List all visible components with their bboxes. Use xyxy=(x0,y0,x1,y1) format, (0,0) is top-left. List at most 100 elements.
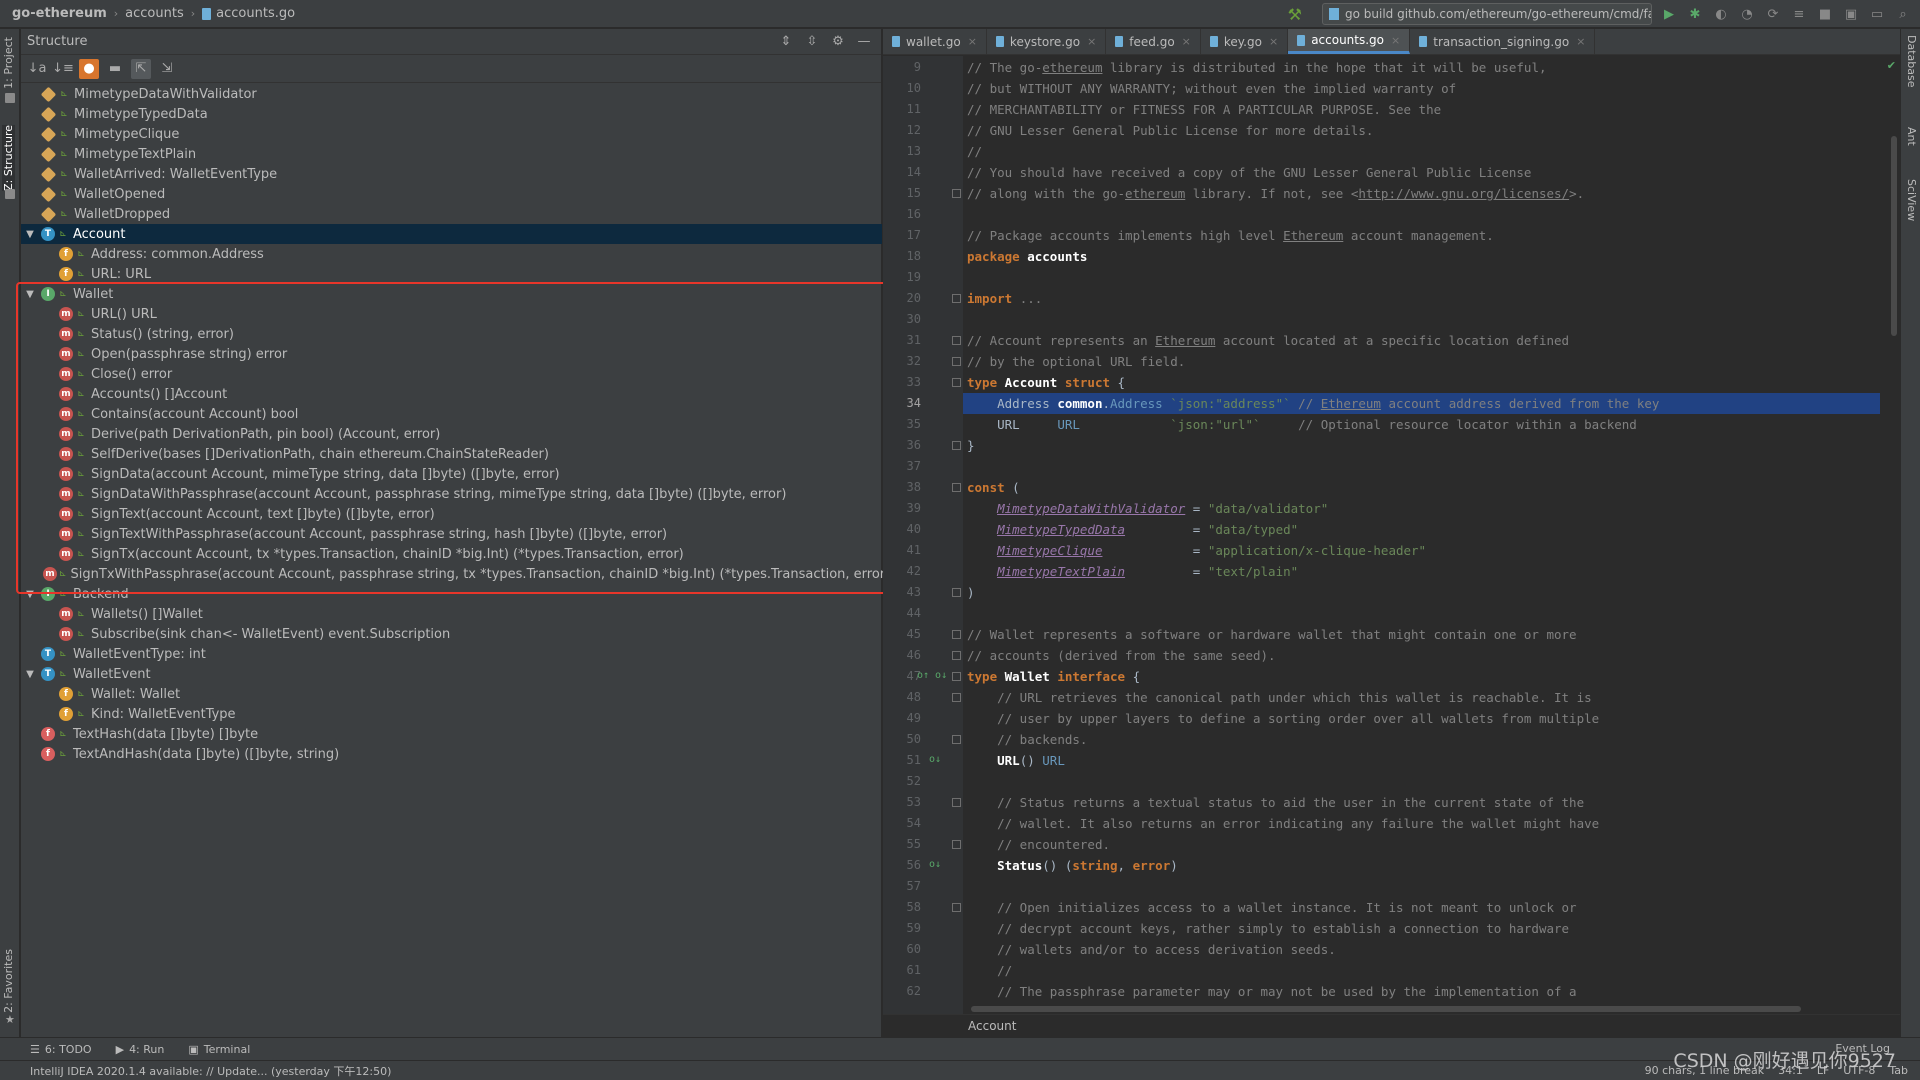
fold-toggle-icon[interactable] xyxy=(952,840,961,849)
code-line[interactable]: // along with the go-ethereum library. I… xyxy=(963,183,1880,204)
tree-item[interactable]: m ⊾ Wallets() []Wallet xyxy=(21,604,882,624)
expand-arrow-icon[interactable]: ▼ xyxy=(25,289,35,300)
tree-item[interactable]: ▼ I ⊾ Wallet xyxy=(21,284,882,304)
build-hammer-icon[interactable]: ⚒ xyxy=(1288,5,1302,24)
project-structure-icon[interactable]: ▣ xyxy=(1842,5,1860,23)
tree-item[interactable]: f ⊾ URL: URL xyxy=(21,264,882,284)
tree-item[interactable]: m ⊾ SignDataWithPassphrase(account Account… xyxy=(21,484,882,504)
tree-item[interactable]: m ⊾ Open(passphrase string) error xyxy=(21,344,882,364)
tree-item[interactable]: m ⊾ Subscribe(sink chan<- WalletEvent) eve… xyxy=(21,624,882,644)
expand-arrow-icon[interactable]: ▼ xyxy=(25,589,35,600)
attach-icon[interactable]: ⟳ xyxy=(1764,5,1782,23)
fold-toggle-icon[interactable] xyxy=(952,483,961,492)
code-line[interactable] xyxy=(963,267,1880,288)
show-fields-icon[interactable]: ● xyxy=(79,58,99,79)
tree-item[interactable]: m ⊾ SelfDerive(bases []DerivationPath, cha… xyxy=(21,444,882,464)
fold-toggle-icon[interactable] xyxy=(952,441,961,450)
close-icon[interactable]: × xyxy=(1269,35,1278,48)
code-line[interactable]: // The go-ethereum library is distribute… xyxy=(963,57,1880,78)
build-icon[interactable]: ≡ xyxy=(1790,5,1808,23)
tree-item[interactable]: ⊾ MimetypeTextPlain xyxy=(21,144,882,164)
code-line[interactable]: // GNU Lesser General Public License for… xyxy=(963,120,1880,141)
autoscroll-from-source-icon[interactable]: ⇲ xyxy=(157,59,177,79)
gear-icon[interactable]: ⚙ xyxy=(829,33,847,51)
tree-item[interactable]: m ⊾ SignTx(account Account, tx *types.Tran… xyxy=(21,544,882,564)
code-line[interactable]: // You should have received a copy of th… xyxy=(963,162,1880,183)
sort-alphabetically-icon[interactable]: ↓a xyxy=(27,59,47,79)
fold-toggle-icon[interactable] xyxy=(952,189,961,198)
close-icon[interactable]: × xyxy=(1182,35,1191,48)
tool-tab-sciview[interactable]: SciView xyxy=(1905,179,1918,221)
code-line[interactable]: ) xyxy=(963,582,1880,603)
code-line[interactable]: // accounts (derived from the same seed)… xyxy=(963,645,1880,666)
fold-toggle-icon[interactable] xyxy=(952,693,961,702)
tree-item[interactable]: ⊾ MimetypeClique xyxy=(21,124,882,144)
code-line[interactable] xyxy=(963,771,1880,792)
editor-tab[interactable]: key.go × xyxy=(1201,29,1289,54)
fold-toggle-icon[interactable] xyxy=(952,630,961,639)
tree-item[interactable]: m ⊾ Contains(account Account) bool xyxy=(21,404,882,424)
code-line[interactable]: // The passphrase parameter may or may n… xyxy=(963,981,1880,1002)
status-message[interactable]: IntelliJ IDEA 2020.1.4 available: // Upd… xyxy=(30,1063,391,1079)
fold-toggle-icon[interactable] xyxy=(952,357,961,366)
close-icon[interactable]: × xyxy=(968,35,977,48)
editor-breadcrumb[interactable]: Account xyxy=(883,1014,1900,1037)
tree-item[interactable]: ⊾ WalletArrived: WalletEventType xyxy=(21,164,882,184)
code-line[interactable]: URL() URL xyxy=(963,750,1880,771)
code-line[interactable]: // wallets and/or to access derivation s… xyxy=(963,939,1880,960)
tree-item[interactable]: ⊾ MimetypeTypedData xyxy=(21,104,882,124)
editor-tab[interactable]: accounts.go × xyxy=(1288,29,1411,54)
close-icon[interactable]: × xyxy=(1576,35,1585,48)
code-line[interactable]: // encountered. xyxy=(963,834,1880,855)
code-line[interactable]: // Wallet represents a software or hardw… xyxy=(963,624,1880,645)
scrollbar-thumb[interactable] xyxy=(971,1006,1801,1012)
expand-all-icon[interactable]: ⇕ xyxy=(777,33,795,51)
editor-tab[interactable]: wallet.go × xyxy=(883,29,987,54)
code-line[interactable] xyxy=(963,456,1880,477)
tool-todo[interactable]: ☰ 6: TODO xyxy=(30,1043,92,1056)
tree-item[interactable]: ⊾ WalletOpened xyxy=(21,184,882,204)
code-area[interactable]: // The go-ethereum library is distribute… xyxy=(963,56,1880,1039)
scrollbar-thumb[interactable] xyxy=(1891,136,1897,336)
code-line[interactable]: // Open initializes access to a wallet i… xyxy=(963,897,1880,918)
code-line[interactable]: import ... xyxy=(963,288,1880,309)
breadcrumb-file[interactable]: accounts.go xyxy=(216,6,295,21)
fold-toggle-icon[interactable] xyxy=(952,903,961,912)
code-line[interactable]: // by the optional URL field. xyxy=(963,351,1880,372)
tree-item[interactable]: T ⊾ WalletEventType: int xyxy=(21,644,882,664)
editor-tab[interactable]: feed.go × xyxy=(1106,29,1201,54)
fold-toggle-icon[interactable] xyxy=(952,735,961,744)
fold-toggle-icon[interactable] xyxy=(952,672,961,681)
stop-icon[interactable]: ■ xyxy=(1816,5,1834,23)
code-line[interactable]: // xyxy=(963,960,1880,981)
tree-item[interactable]: f ⊾ Wallet: Wallet xyxy=(21,684,882,704)
window-icon[interactable]: ▭ xyxy=(1868,5,1886,23)
show-folder-icon[interactable]: ▬ xyxy=(105,59,125,79)
tree-item[interactable]: ⊾ WalletDropped xyxy=(21,204,882,224)
tree-item[interactable]: m ⊾ URL() URL xyxy=(21,304,882,324)
debug-icon[interactable]: ✱ xyxy=(1686,5,1704,23)
tree-item[interactable]: f ⊾ TextAndHash(data []byte) ([]byte, stri… xyxy=(21,744,882,764)
tree-item[interactable]: m ⊾ Status() (string, error) xyxy=(21,324,882,344)
code-line[interactable]: // user by upper layers to define a sort… xyxy=(963,708,1880,729)
breadcrumb-folder[interactable]: accounts xyxy=(125,6,184,21)
fold-toggle-icon[interactable] xyxy=(952,336,961,345)
implementation-marker-icon[interactable]: o↓ xyxy=(929,754,941,765)
code-line[interactable]: type Account struct { xyxy=(963,372,1880,393)
breadcrumb-project[interactable]: go-ethereum xyxy=(12,6,107,21)
tool-tab-structure[interactable]: Z: Structure xyxy=(2,125,15,191)
sort-by-type-icon[interactable]: ↓≡ xyxy=(52,59,74,79)
editor-tab[interactable]: transaction_signing.go × xyxy=(1410,29,1596,54)
tree-item[interactable]: m ⊾ Derive(path DerivationPath, pin bool) … xyxy=(21,424,882,444)
code-line[interactable]: // URL retrieves the canonical path unde… xyxy=(963,687,1880,708)
minimize-icon[interactable]: — xyxy=(855,33,873,51)
code-line[interactable]: // wallet. It also returns an error indi… xyxy=(963,813,1880,834)
code-line[interactable] xyxy=(963,876,1880,897)
expand-arrow-icon[interactable]: ▼ xyxy=(25,669,35,680)
tool-run[interactable]: ▶ 4: Run xyxy=(116,1043,165,1056)
tree-item[interactable]: ▼ T ⊾ Account xyxy=(21,224,882,244)
tool-tab-favorites[interactable]: 2: Favorites xyxy=(2,949,15,1013)
inspection-ok-icon[interactable]: ✔ xyxy=(1887,59,1896,72)
expand-arrow-icon[interactable]: ▼ xyxy=(25,229,35,240)
code-line[interactable]: Address common.Address `json:"address"` … xyxy=(963,393,1880,414)
